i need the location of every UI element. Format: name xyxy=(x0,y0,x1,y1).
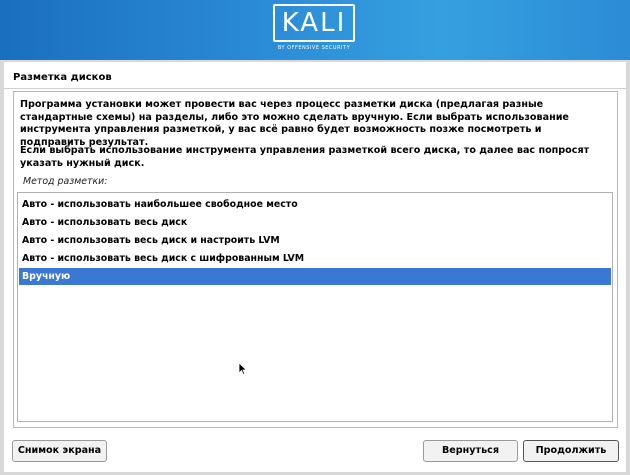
method-item-auto-lvm[interactable]: Авто - использовать весь диск и настроит… xyxy=(19,232,611,249)
method-item-auto-largest-free[interactable]: Авто - использовать наибольшее свободное… xyxy=(19,196,611,213)
title-divider xyxy=(4,88,626,89)
intro-paragraph: Программа установки может провести вас ч… xyxy=(20,99,569,148)
method-item-auto-encrypted-lvm[interactable]: Авто - использовать весь диск с шифрован… xyxy=(19,250,611,267)
page-title: Разметка дисков xyxy=(13,72,112,83)
whole-disk-paragraph: Если выбрать использование инструмента у… xyxy=(20,145,590,169)
back-button[interactable]: Вернуться xyxy=(423,440,518,462)
kali-logo: KALI BY OFFENSIVE SECURITY xyxy=(271,4,357,56)
partition-method-list[interactable]: Авто - использовать наибольшее свободное… xyxy=(17,192,613,422)
kali-banner: KALI BY OFFENSIVE SECURITY xyxy=(0,0,630,60)
method-item-manual[interactable]: Вручную xyxy=(19,268,611,285)
continue-button[interactable]: Продолжить xyxy=(523,440,619,462)
method-label: Метод разметки: xyxy=(23,176,108,187)
logo-text: KALI xyxy=(273,4,355,42)
screenshot-button[interactable]: Снимок экрана xyxy=(12,440,107,462)
method-item-auto-whole-disk[interactable]: Авто - использовать весь диск xyxy=(19,214,611,231)
mouse-cursor-icon xyxy=(238,362,248,376)
logo-subtext: BY OFFENSIVE SECURITY xyxy=(277,45,351,51)
